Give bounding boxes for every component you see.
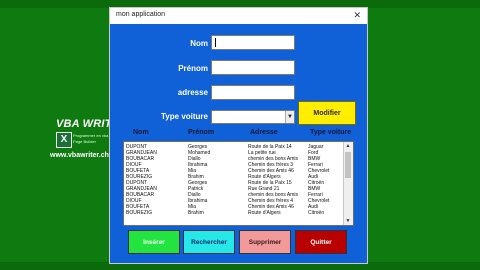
window-title: mon application [116,11,166,18]
list-cell: Citroën [308,210,325,216]
excel-icon: X [56,132,72,148]
list-item[interactable]: BOUREZIG Brahim Route d'Algers Citroën [126,210,343,216]
nom-label: Nom [190,39,208,48]
adresse-label: adresse [177,88,208,97]
adresse-input[interactable] [211,85,295,100]
list-cell: Brahim [188,210,204,216]
rechercher-button[interactable]: Rechercher [183,230,235,254]
list-cell: Route d'Algers [248,210,281,216]
prenom-label: Prénom [178,64,208,73]
client-listbox[interactable]: DUPONT Georges Route de la Paix 14 Jaguar GR… [123,141,354,226]
modifier-button[interactable]: Modifier [298,101,356,125]
scroll-up-icon[interactable]: ▲ [344,142,352,150]
scrollbar-thumb[interactable] [345,152,351,178]
type-voiture-label: Type voiture [161,112,208,121]
type-voiture-select[interactable]: ▼ [211,110,295,124]
supprimer-button[interactable]: Supprimer [239,230,291,254]
vertical-scrollbar[interactable]: ▲ ▼ [343,142,353,225]
column-header-type-voiture: Type voiture [310,129,352,136]
column-header-prenom: Prénom [188,129,215,136]
scroll-down-icon[interactable]: ▼ [344,217,352,225]
chevron-down-icon[interactable]: ▼ [285,111,294,123]
logo-website: www.vbawriter.ch [50,152,109,159]
logo-tagline-2: Page Builder [73,139,96,144]
column-header-nom: Nom [133,129,149,136]
close-icon[interactable]: ✕ [353,10,361,21]
quitter-button[interactable]: Quitter [295,230,347,254]
column-header-adresse: Adresse [250,129,278,136]
prenom-input[interactable] [211,60,295,75]
logo-tagline: Programmer en vba [73,133,109,138]
listbox-rows: DUPONT Georges Route de la Paix 14 Jaguar GR… [126,144,343,216]
title-bar: mon application ✕ [110,8,367,24]
nom-input[interactable] [211,35,295,50]
inserer-button[interactable]: Insérer [128,230,180,254]
text-cursor [215,38,216,47]
application-window: mon application ✕ Nom Prénom adresse Typ… [109,7,368,264]
list-cell: BOUREZIG [126,210,153,216]
